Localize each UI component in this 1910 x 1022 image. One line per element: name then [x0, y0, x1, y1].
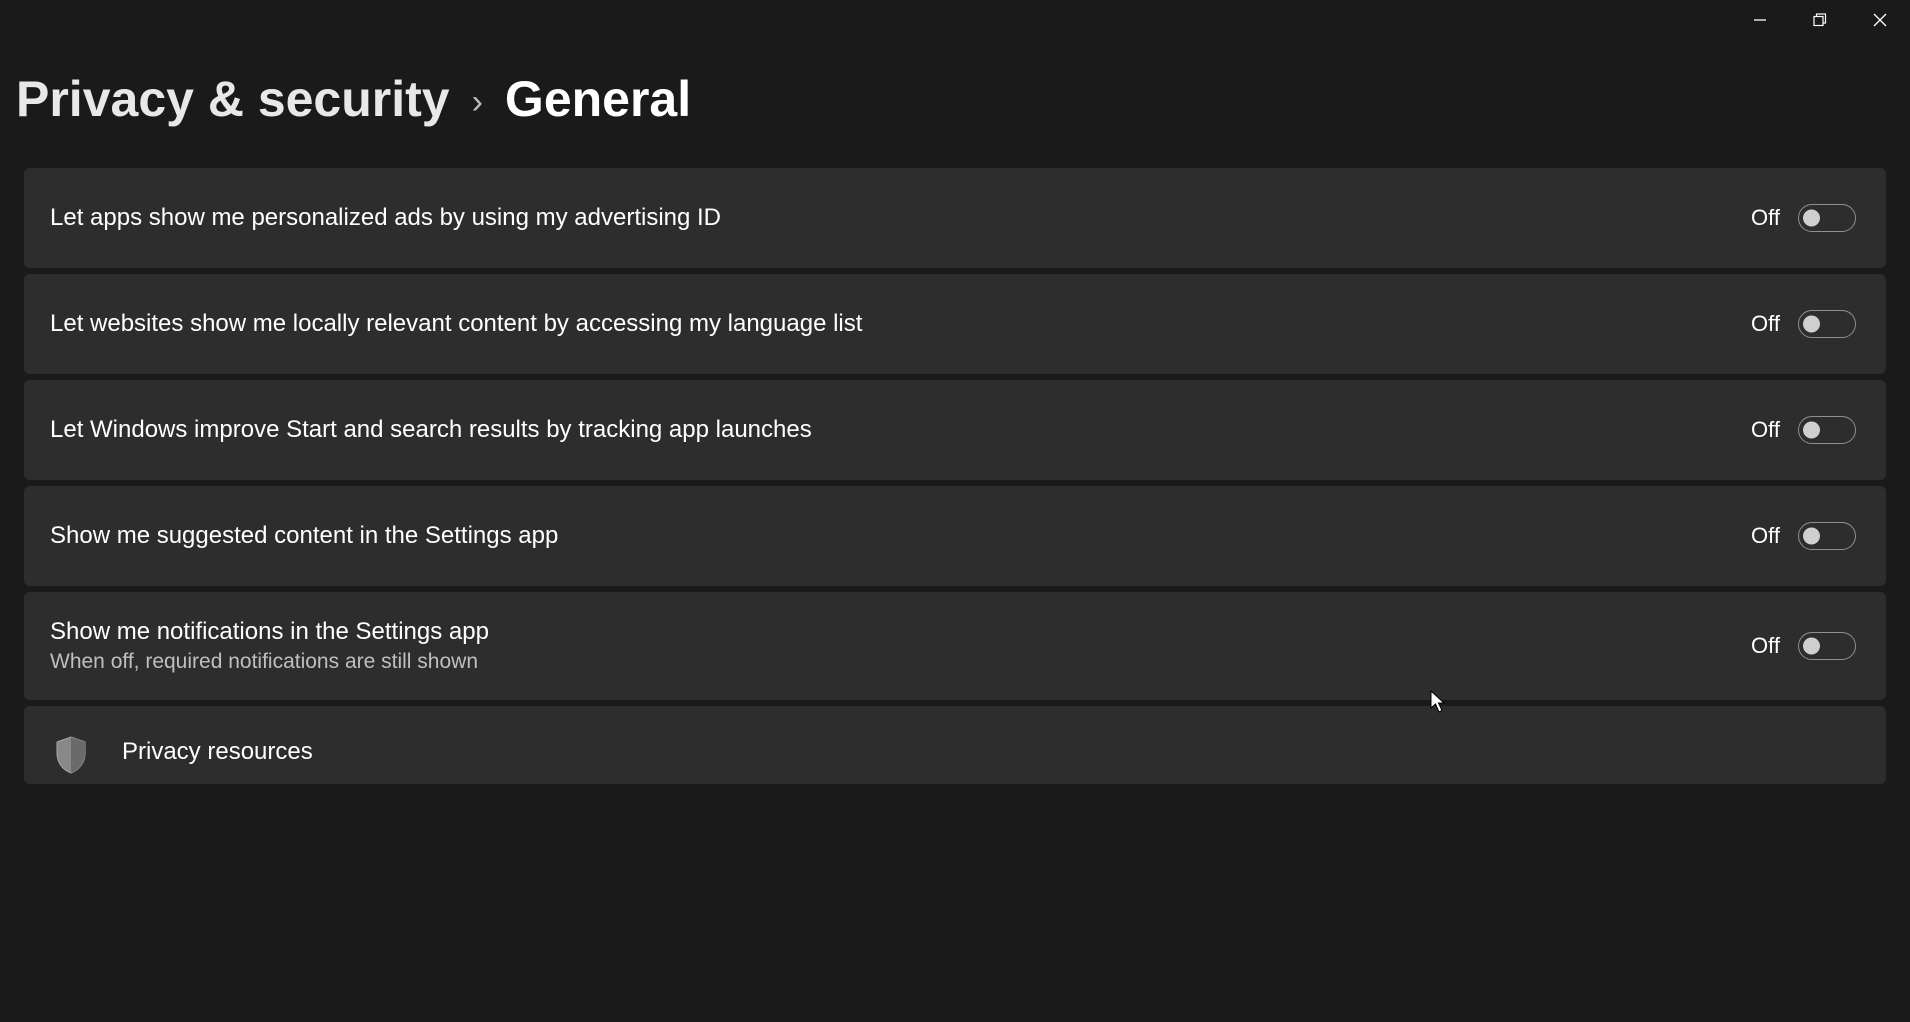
- setting-notifications[interactable]: Show me notifications in the Settings ap…: [24, 592, 1886, 700]
- toggle-switch[interactable]: [1798, 522, 1856, 550]
- maximize-button[interactable]: [1790, 2, 1850, 38]
- setting-text: Let apps show me personalized ads by usi…: [50, 204, 721, 232]
- toggle-state-label: Off: [1751, 205, 1780, 231]
- toggle-knob: [1803, 528, 1820, 545]
- setting-suggested-content[interactable]: Show me suggested content in the Setting…: [24, 486, 1886, 586]
- setting-control: Off: [1751, 416, 1856, 444]
- toggle-switch[interactable]: [1798, 204, 1856, 232]
- setting-text: Let websites show me locally relevant co…: [50, 310, 862, 338]
- setting-title: Let Windows improve Start and search res…: [50, 416, 812, 444]
- toggle-switch[interactable]: [1798, 310, 1856, 338]
- setting-title: Let apps show me personalized ads by usi…: [50, 204, 721, 232]
- toggle-switch[interactable]: [1798, 416, 1856, 444]
- resource-title: Privacy resources: [122, 738, 313, 766]
- toggle-state-label: Off: [1751, 417, 1780, 443]
- settings-list: Let apps show me personalized ads by usi…: [20, 168, 1890, 784]
- chevron-right-icon: ›: [472, 83, 483, 122]
- toggle-knob: [1803, 638, 1820, 655]
- setting-control: Off: [1751, 632, 1856, 660]
- setting-control: Off: [1751, 310, 1856, 338]
- setting-subtitle: When off, required notifications are sti…: [50, 650, 489, 674]
- page-title: General: [505, 70, 691, 128]
- breadcrumb-parent[interactable]: Privacy & security: [16, 70, 450, 128]
- setting-control: Off: [1751, 204, 1856, 232]
- setting-text: Let Windows improve Start and search res…: [50, 416, 812, 444]
- toggle-state-label: Off: [1751, 523, 1780, 549]
- setting-app-launches[interactable]: Let Windows improve Start and search res…: [24, 380, 1886, 480]
- setting-language-list[interactable]: Let websites show me locally relevant co…: [24, 274, 1886, 374]
- setting-title: Let websites show me locally relevant co…: [50, 310, 862, 338]
- toggle-switch[interactable]: [1798, 632, 1856, 660]
- toggle-knob: [1803, 210, 1820, 227]
- setting-control: Off: [1751, 522, 1856, 550]
- close-button[interactable]: [1850, 2, 1910, 38]
- toggle-state-label: Off: [1751, 633, 1780, 659]
- breadcrumb: Privacy & security › General: [16, 70, 1890, 128]
- setting-title: Show me suggested content in the Setting…: [50, 522, 558, 550]
- setting-advertising-id[interactable]: Let apps show me personalized ads by usi…: [24, 168, 1886, 268]
- window-titlebar: [1730, 0, 1910, 40]
- minimize-button[interactable]: [1730, 2, 1790, 38]
- setting-title: Show me notifications in the Settings ap…: [50, 618, 489, 646]
- shield-icon: [50, 734, 92, 776]
- toggle-knob: [1803, 316, 1820, 333]
- setting-text: Show me suggested content in the Setting…: [50, 522, 558, 550]
- privacy-resources-card[interactable]: Privacy resources: [24, 706, 1886, 784]
- setting-text: Show me notifications in the Settings ap…: [50, 618, 489, 674]
- toggle-state-label: Off: [1751, 311, 1780, 337]
- toggle-knob: [1803, 422, 1820, 439]
